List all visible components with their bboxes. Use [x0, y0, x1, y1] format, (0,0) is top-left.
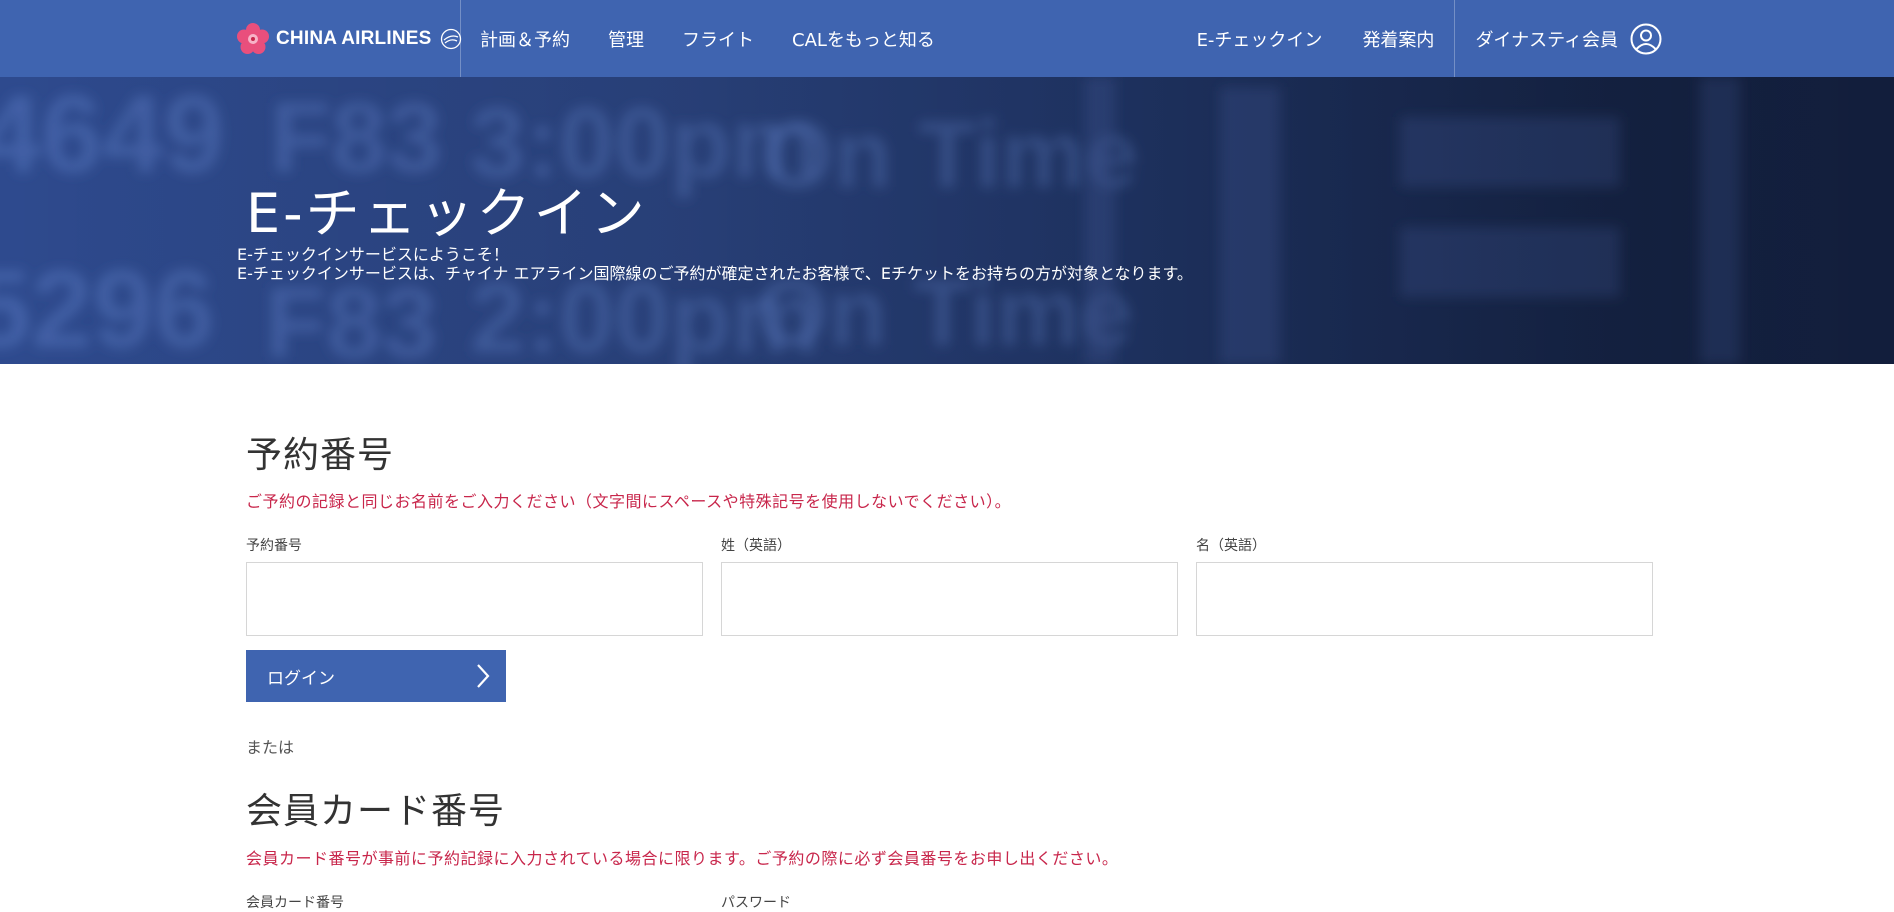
first-name-input[interactable]: [1196, 562, 1653, 636]
nav-plan-book[interactable]: 計画＆予約: [480, 26, 570, 52]
member-card-section-title: 会員カード番号: [246, 791, 506, 832]
password-label: パスワード: [721, 895, 791, 911]
plum-blossom-logo-icon: [237, 23, 269, 54]
utility-nav: E-チェックイン 発着案内 ダイナスティ会員: [1197, 0, 1662, 77]
nav-flight-status[interactable]: 発着案内: [1362, 26, 1434, 52]
main-nav: 計画＆予約 管理 フライト CALをもっと知る: [480, 0, 973, 77]
brand-name: CHINA AIRLINES: [276, 28, 432, 49]
booking-notice: ご予約の記録と同じお名前をご入力ください（文字間にスペースや特殊記号を使用しない…: [246, 492, 1012, 511]
nav-e-checkin[interactable]: E-チェックイン: [1197, 26, 1323, 52]
last-name-label: 姓（英語）: [721, 538, 791, 554]
emblem-icon: [440, 28, 461, 50]
nav-flights[interactable]: フライト: [682, 26, 754, 52]
booking-number-label: 予約番号: [246, 538, 302, 554]
hero-banner: 4649 F83 3:00pm On Time 5296 F83 2:00pm …: [0, 77, 1894, 364]
header-divider-right: [1454, 0, 1456, 77]
header-inner: CHINA AIRLINES 計画＆予約 管理 フライト CALをもっと知る E…: [236, 0, 1662, 77]
chevron-right-icon: [477, 664, 490, 688]
nav-about-cal[interactable]: CALをもっと知る: [792, 26, 935, 52]
login-button-label: ログイン: [267, 668, 335, 689]
last-name-input[interactable]: [721, 562, 1178, 636]
nav-manage[interactable]: 管理: [608, 26, 644, 52]
member-label: ダイナスティ会員: [1475, 29, 1618, 51]
china-airlines-logo[interactable]: CHINA AIRLINES: [236, 22, 462, 56]
hero-welcome-line: E-チェックインサービスにようこそ！: [237, 245, 509, 264]
header-divider: [460, 0, 461, 77]
page-title: E-チェックイン: [246, 182, 648, 245]
member-card-notice: 会員カード番号が事前に予約記録に入力されている場合に限ります。ご予約の際に必ず会…: [246, 849, 1119, 868]
login-button[interactable]: ログイン: [246, 650, 506, 702]
hero-eligibility-line: E-チェックインサービスは、チャイナ エアライン国際線のご予約が確定されたお客様…: [237, 264, 1193, 283]
booking-section-title: 予約番号: [246, 435, 395, 476]
or-separator: または: [246, 738, 295, 757]
hero-subtitle: E-チェックインサービスにようこそ！ E-チェックインサービスは、チャイナ エア…: [237, 245, 1193, 283]
member-card-number-label: 会員カード番号: [246, 895, 344, 911]
site-header: CHINA AIRLINES 計画＆予約 管理 フライト CALをもっと知る E…: [0, 0, 1894, 77]
booking-number-input[interactable]: [246, 562, 703, 636]
user-icon: [1630, 23, 1662, 54]
dynasty-member-button[interactable]: ダイナスティ会員: [1475, 23, 1662, 55]
first-name-label: 名（英語）: [1196, 538, 1266, 554]
